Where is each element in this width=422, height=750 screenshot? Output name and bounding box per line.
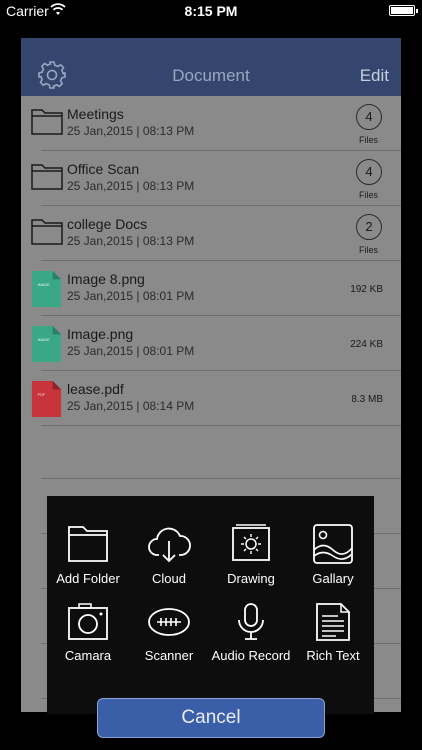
add-folder-button[interactable]: Add Folder xyxy=(48,523,128,586)
thumb-label: PDF xyxy=(38,393,46,397)
battery-icon xyxy=(389,5,418,16)
list-item[interactable]: Meetings 25 Jan,2015 | 08:13 PM 4 Files xyxy=(21,96,401,151)
file-size: 224 KB xyxy=(350,339,383,350)
list-item[interactable]: college Docs 25 Jan,2015 | 08:13 PM 2 Fi… xyxy=(21,206,401,261)
page-title: Document xyxy=(172,66,250,85)
folder-icon xyxy=(31,109,63,135)
list-item[interactable]: Office Scan 25 Jan,2015 | 08:13 PM 4 Fil… xyxy=(21,151,401,206)
pdf-file-icon: PDF xyxy=(31,380,62,417)
gallery-button[interactable]: Gallary xyxy=(293,523,373,586)
image-file-icon: IMAGE xyxy=(31,270,62,307)
item-date: 25 Jan,2015 | 08:14 PM xyxy=(67,399,195,413)
list-item[interactable]: IMAGE Image.png 25 Jan,2015 | 08:01 PM 2… xyxy=(21,316,401,371)
file-size: 192 KB xyxy=(350,284,383,295)
drawing-button[interactable]: Drawing xyxy=(211,523,291,586)
thumb-label: IMAGE xyxy=(38,338,51,342)
files-label: Files xyxy=(358,245,378,255)
file-count-badge: 2 xyxy=(356,214,382,240)
camera-button[interactable]: Camara xyxy=(48,602,128,663)
file-count-badge: 4 xyxy=(356,159,382,185)
status-bar: Carrier 8:15 PM xyxy=(0,0,422,22)
list-item[interactable]: PDF lease.pdf 25 Jan,2015 | 08:14 PM 8.3… xyxy=(21,371,401,426)
image-file-icon: IMAGE xyxy=(31,325,62,362)
cancel-button[interactable]: Cancel xyxy=(97,698,325,738)
list-item[interactable]: IMAGE Image 8.png 25 Jan,2015 | 08:01 PM… xyxy=(21,261,401,316)
item-name: lease.pdf xyxy=(67,381,124,397)
gallery-icon xyxy=(313,524,353,564)
item-date: 25 Jan,2015 | 08:13 PM xyxy=(67,234,195,248)
folder-icon xyxy=(68,526,108,562)
item-name: Image.png xyxy=(67,326,134,342)
thumb-label: IMAGE xyxy=(38,283,51,287)
item-date: 25 Jan,2015 | 08:01 PM xyxy=(67,344,195,358)
microphone-icon xyxy=(238,603,264,640)
status-time: 8:15 PM xyxy=(184,3,238,19)
file-count-badge: 4 xyxy=(356,104,382,130)
item-date: 25 Jan,2015 | 08:13 PM xyxy=(67,179,195,193)
action-label: Cloud xyxy=(152,571,186,586)
action-label: Rich Text xyxy=(306,648,360,663)
scanner-button[interactable]: Scanner xyxy=(129,602,209,663)
item-name: Office Scan xyxy=(67,161,140,177)
add-action-sheet: Add Folder Cloud Drawing Gallary Camara … xyxy=(47,496,374,714)
action-label: Audio Record xyxy=(211,648,291,663)
item-date: 25 Jan,2015 | 08:13 PM xyxy=(67,124,195,138)
files-label: Files xyxy=(358,135,378,145)
action-label: Scanner xyxy=(144,648,194,663)
action-label: Camara xyxy=(64,648,112,663)
scanner-icon xyxy=(148,608,190,636)
divider xyxy=(41,478,401,479)
cloud-download-icon xyxy=(148,527,191,563)
item-name: Image 8.png xyxy=(67,271,145,287)
rich-text-icon xyxy=(316,603,350,641)
item-name: college Docs xyxy=(67,216,148,232)
drawing-icon xyxy=(232,524,270,561)
item-name: Meetings xyxy=(67,106,124,122)
item-date: 25 Jan,2015 | 08:01 PM xyxy=(67,289,195,303)
action-label: Drawing xyxy=(227,571,275,586)
files-label: Files xyxy=(358,190,378,200)
document-list: Meetings 25 Jan,2015 | 08:13 PM 4 Files … xyxy=(21,96,401,426)
rich-text-button[interactable]: Rich Text xyxy=(293,602,373,663)
audio-record-button[interactable]: Audio Record xyxy=(211,602,291,663)
action-label: Gallary xyxy=(312,571,354,586)
edit-button[interactable]: Edit xyxy=(360,66,389,86)
file-size: 8.3 MB xyxy=(351,394,383,405)
folder-icon xyxy=(31,164,63,190)
nav-bar: Document Edit xyxy=(21,38,401,96)
cloud-button[interactable]: Cloud xyxy=(129,523,209,586)
action-label: Add Folder xyxy=(56,571,120,586)
folder-icon xyxy=(31,219,63,245)
camera-icon xyxy=(68,603,108,640)
